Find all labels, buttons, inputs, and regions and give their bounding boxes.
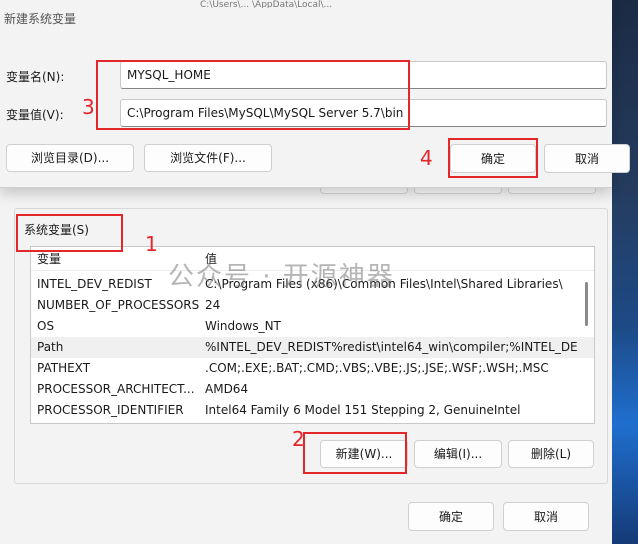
dialog-title: 新建系统变量 (4, 12, 77, 26)
list-scrollbar-thumb[interactable] (585, 282, 588, 326)
browse-file-button[interactable]: 浏览文件(F)... (144, 144, 272, 172)
underlying-path-text: C:\Users\... \AppData\Local\... (200, 0, 333, 8)
table-row[interactable]: NUMBER_OF_PROCESSORS 24 (31, 295, 594, 316)
variable-name: PATHEXT (37, 361, 91, 375)
variable-value-label: 变量值(V): (6, 108, 64, 122)
dialog-cancel-button[interactable]: 取消 (544, 144, 630, 173)
watermark-text: 公众号 · 开源神器 (168, 262, 395, 292)
variable-value: 24 (205, 298, 221, 312)
footer-cancel-button[interactable]: 取消 (503, 502, 589, 531)
variable-name: OS (37, 319, 55, 333)
browse-directory-button[interactable]: 浏览目录(D)... (6, 144, 134, 172)
edit-variable-button[interactable]: 编辑(I)... (414, 440, 502, 468)
delete-variable-button[interactable]: 删除(L) (508, 440, 594, 468)
table-row[interactable]: OS Windows_NT (31, 316, 594, 337)
variable-value: Windows_NT (205, 319, 281, 333)
table-row[interactable]: Path %INTEL_DEV_REDIST%redist\intel64_wi… (31, 337, 594, 358)
annotation-number-2: 2 (292, 427, 305, 451)
annotation-number-3: 3 (82, 95, 95, 119)
desktop-background (612, 0, 638, 544)
variable-value: %INTEL_DEV_REDIST%redist\intel64_win\com… (205, 340, 577, 354)
annotation-box-3 (96, 60, 410, 130)
variable-name: PROCESSOR_IDENTIFIER (37, 403, 184, 417)
footer-ok-button[interactable]: 确定 (408, 502, 494, 531)
variable-value: Intel64 Family 6 Model 151 Stepping 2, G… (205, 403, 521, 417)
variable-name: Path (37, 340, 64, 354)
annotation-box-1 (16, 214, 123, 252)
variable-name: PROCESSOR_ARCHITECT... (37, 382, 195, 396)
variable-value: .COM;.EXE;.BAT;.CMD;.VBS;.VBE;.JS;.JSE;.… (205, 361, 549, 375)
variable-name-label: 变量名(N): (6, 70, 65, 84)
table-row[interactable]: PROCESSOR_ARCHITECT... AMD64 (31, 379, 594, 400)
table-row[interactable]: PATHEXT .COM;.EXE;.BAT;.CMD;.VBS;.VBE;.J… (31, 358, 594, 379)
annotation-box-4 (448, 138, 538, 178)
table-row[interactable]: PROCESSOR_IDENTIFIER Intel64 Family 6 Mo… (31, 400, 594, 421)
annotation-number-1: 1 (145, 232, 158, 256)
annotation-box-2 (303, 432, 407, 474)
variable-value: AMD64 (205, 382, 249, 396)
variable-name: NUMBER_OF_PROCESSORS (37, 298, 199, 312)
annotation-number-4: 4 (420, 146, 433, 170)
